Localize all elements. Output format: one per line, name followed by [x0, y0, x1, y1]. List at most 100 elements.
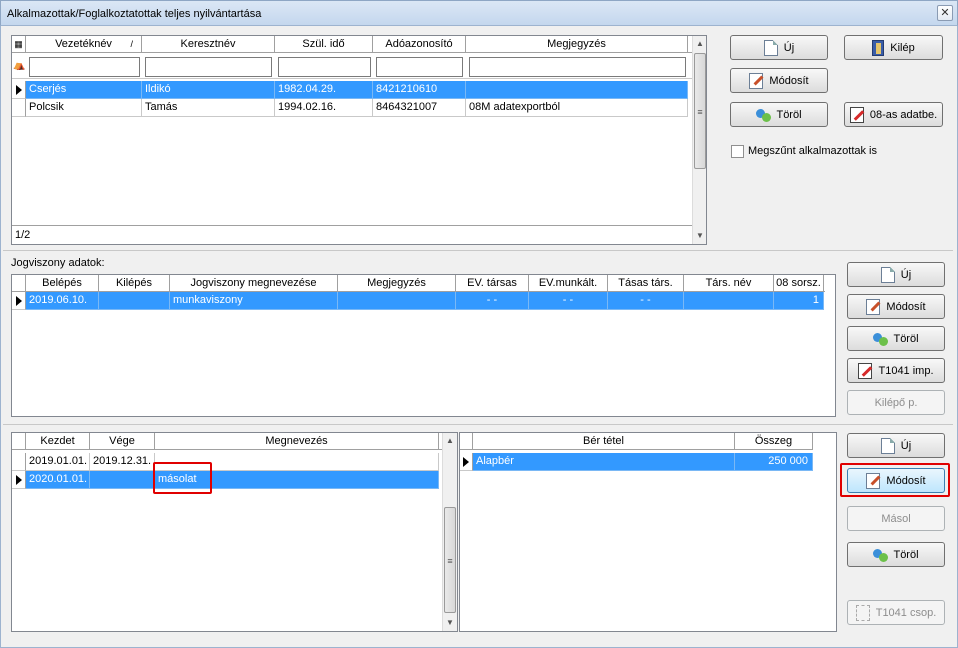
- col-kilepes[interactable]: Kilépés: [99, 275, 170, 292]
- cell-vege[interactable]: [90, 471, 155, 489]
- cell-keresztnev[interactable]: Tamás: [142, 99, 275, 117]
- exit-button[interactable]: Kilép: [844, 35, 943, 60]
- show-terminated-label: Megszűnt alkalmazottak is: [748, 145, 877, 157]
- row-indicator: [12, 81, 26, 99]
- cell-osszeg[interactable]: 250 000: [735, 453, 813, 471]
- salary-modify-button[interactable]: Módosít: [847, 468, 945, 493]
- col-belepes[interactable]: Belépés: [26, 275, 99, 292]
- cell-adoazonosito[interactable]: 8421210610: [373, 81, 466, 99]
- col-megjegyzes[interactable]: Megjegyzés: [338, 275, 456, 292]
- row-indicator: [460, 453, 473, 471]
- legal-grid[interactable]: Belépés Kilépés Jogviszony megnevezése M…: [11, 274, 836, 417]
- cell-tasas-tars[interactable]: - -: [608, 292, 684, 310]
- col-vezeteknev[interactable]: Vezetéknév /: [26, 36, 142, 53]
- salary-grid[interactable]: Bér tétel Összeg Alapbér 250 000: [459, 432, 837, 632]
- button-label: T1041 csop.: [875, 606, 937, 619]
- cell-adoazonosito[interactable]: 8464321007: [373, 99, 466, 117]
- cell-vege[interactable]: 2019.12.31.: [90, 453, 155, 471]
- scroll-thumb[interactable]: ≡: [694, 53, 706, 169]
- col-08-sorsz[interactable]: 08 sorsz.: [774, 275, 824, 292]
- button-label: Töröl: [776, 108, 802, 121]
- salary-new-button[interactable]: Új: [847, 433, 945, 458]
- col-vege[interactable]: Vége: [90, 433, 155, 450]
- vertical-scrollbar[interactable]: ▲ ≡ ▼: [692, 36, 706, 244]
- col-adoazonosito[interactable]: Adóazonosító: [373, 36, 466, 53]
- cell-ev-tarsas[interactable]: - -: [456, 292, 529, 310]
- filter-keresztnev-input[interactable]: [145, 57, 272, 77]
- vertical-scrollbar[interactable]: ▲ ≡ ▼: [442, 433, 457, 631]
- col-megjegyzes[interactable]: Megjegyzés: [466, 36, 688, 53]
- table-row[interactable]: 2019.01.01. 2019.12.31.: [12, 453, 439, 471]
- col-osszeg[interactable]: Összeg: [735, 433, 813, 450]
- row-indicator: [12, 471, 26, 489]
- grid-settings-icon[interactable]: ▦: [12, 36, 26, 53]
- cell-jogviszony[interactable]: munkaviszony: [170, 292, 338, 310]
- legal-modify-button[interactable]: Módosít: [847, 294, 945, 319]
- col-szul-ido[interactable]: Szül. idő: [275, 36, 373, 53]
- col-jogviszony[interactable]: Jogviszony megnevezése: [170, 275, 338, 292]
- scroll-down-icon[interactable]: ▼: [693, 228, 706, 244]
- close-icon[interactable]: ✕: [937, 5, 953, 21]
- legal-section-label: Jogviszony adatok:: [11, 257, 105, 269]
- col-keresztnev[interactable]: Keresztnév: [142, 36, 275, 53]
- filter-adoazonosito-input[interactable]: [376, 57, 463, 77]
- col-ev-munkalt[interactable]: EV.munkált.: [529, 275, 608, 292]
- legal-new-button[interactable]: Új: [847, 262, 945, 287]
- col-kezdet[interactable]: Kezdet: [26, 433, 90, 450]
- cell-megjegyzes[interactable]: [466, 81, 688, 99]
- legal-delete-button[interactable]: Töröl: [847, 326, 945, 351]
- cell-vezeteknev[interactable]: Polcsik: [26, 99, 142, 117]
- table-row[interactable]: Cserjés Ildikó 1982.04.29. 8421210610: [12, 81, 688, 99]
- cell-megjegyzes[interactable]: [338, 292, 456, 310]
- cell-belepes[interactable]: 2019.06.10.: [26, 292, 99, 310]
- row-indicator: [12, 292, 26, 310]
- cell-vezeteknev[interactable]: Cserjés: [26, 81, 142, 99]
- button-label: Másol: [881, 512, 911, 525]
- employee-delete-button[interactable]: Töröl: [730, 102, 828, 127]
- col-tasas-tars[interactable]: Tásas társ.: [608, 275, 684, 292]
- t1041-group-button[interactable]: T1041 csop.: [847, 600, 945, 625]
- cell-08-sorsz[interactable]: 1: [774, 292, 824, 310]
- col-ev-tarsas[interactable]: EV. társas: [456, 275, 529, 292]
- new-page-icon: [880, 266, 895, 283]
- cell-ev-munkalt[interactable]: - -: [529, 292, 608, 310]
- employee-modify-button[interactable]: Módosít: [730, 68, 828, 93]
- scroll-down-icon[interactable]: ▼: [443, 615, 457, 631]
- cell-kezdet[interactable]: 2020.01.01.: [26, 471, 90, 489]
- import-08-button[interactable]: 08-as adatbe.: [844, 102, 943, 127]
- filter-szul-ido-input[interactable]: [278, 57, 371, 77]
- grid-corner: [12, 433, 26, 450]
- cell-keresztnev[interactable]: Ildikó: [142, 81, 275, 99]
- filter-megjegyzes-input[interactable]: [469, 57, 686, 77]
- cell-kilepes[interactable]: [99, 292, 170, 310]
- scroll-thumb[interactable]: ≡: [444, 507, 456, 613]
- binoculars-icon[interactable]: ⛺: [13, 60, 25, 71]
- cell-kezdet[interactable]: 2019.01.01.: [26, 453, 90, 471]
- table-row[interactable]: Alapbér 250 000: [460, 453, 813, 471]
- table-row[interactable]: 2020.01.01. másolat: [12, 471, 439, 489]
- current-row-icon: [463, 457, 469, 467]
- show-terminated-checkbox[interactable]: [731, 145, 744, 158]
- cell-szul-ido[interactable]: 1982.04.29.: [275, 81, 373, 99]
- periods-grid[interactable]: Kezdet Vége Megnevezés 2019.01.01. 2019.…: [11, 432, 458, 632]
- scroll-up-icon[interactable]: ▲: [443, 433, 457, 449]
- col-ber-tetel[interactable]: Bér tétel: [473, 433, 735, 450]
- cell-szul-ido[interactable]: 1994.02.16.: [275, 99, 373, 117]
- delete-icon: [873, 331, 889, 347]
- table-row[interactable]: 2019.06.10. munkaviszony - - - - - - 1: [12, 292, 824, 310]
- filter-vezeteknev-input[interactable]: [29, 57, 140, 77]
- t1041-import-button[interactable]: T1041 imp.: [847, 358, 945, 383]
- col-tars-nev[interactable]: Társ. név: [684, 275, 774, 292]
- scroll-up-icon[interactable]: ▲: [693, 36, 706, 52]
- employee-new-button[interactable]: Új: [730, 35, 828, 60]
- employees-grid[interactable]: ▦ Vezetéknév / Keresztnév Szül. idő Adóa…: [11, 35, 707, 245]
- leaver-button[interactable]: Kilépő p.: [847, 390, 945, 415]
- cell-ber-tetel[interactable]: Alapbér: [473, 453, 735, 471]
- cell-tars-nev[interactable]: [684, 292, 774, 310]
- cell-megjegyzes[interactable]: 08M adatexportból: [466, 99, 688, 117]
- col-megnevezes[interactable]: Megnevezés: [155, 433, 439, 450]
- copy-button[interactable]: Másol: [847, 506, 945, 531]
- table-row[interactable]: Polcsik Tamás 1994.02.16. 8464321007 08M…: [12, 99, 688, 117]
- salary-delete-button[interactable]: Töröl: [847, 542, 945, 567]
- door-exit-icon: [872, 39, 885, 56]
